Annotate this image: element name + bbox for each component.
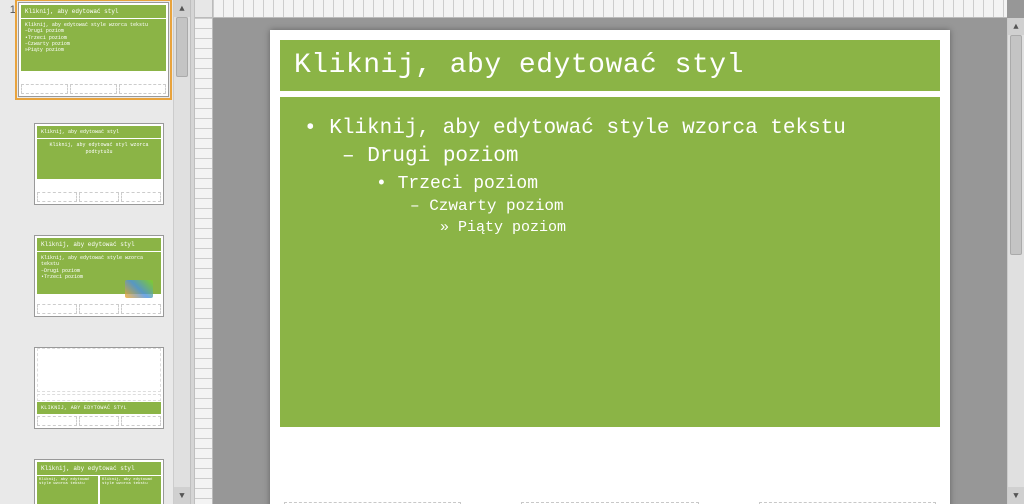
scroll-handle[interactable]	[1010, 35, 1022, 255]
thumbnail-number: 1	[2, 2, 16, 16]
thumbnail-slide[interactable]: KLIKNIJ, ABY EDYTOWAĆ STYL	[34, 347, 164, 429]
scroll-up-button[interactable]: ▲	[174, 0, 190, 17]
thumbnail-row[interactable]: KLIKNIJ, ABY EDYTOWAĆ STYL	[32, 347, 169, 429]
scroll-down-button[interactable]: ▼	[174, 487, 190, 504]
content-placeholder[interactable]: Kliknij, aby edytować style wzorca tekst…	[280, 97, 940, 427]
thumbnail-row[interactable]: Kliknij, aby edytować styl Kliknij, aby …	[32, 459, 169, 504]
app-root: 1 Kliknij, aby edytować styl Kliknij, ab…	[0, 0, 1024, 504]
thumb-body	[37, 348, 161, 392]
thumb-body: Kliknij, aby edytować style wzorca tekst…	[37, 252, 161, 294]
thumbnail-slide[interactable]: Kliknij, aby edytować styl Kliknij, aby …	[34, 235, 164, 317]
thumb-title: KLIKNIJ, ABY EDYTOWAĆ STYL	[37, 402, 161, 414]
thumb-footer	[21, 84, 166, 94]
horizontal-ruler[interactable]	[213, 0, 1007, 18]
bullet-level-5[interactable]: Piąty poziom	[440, 218, 924, 238]
chart-icon	[125, 280, 153, 294]
title-placeholder[interactable]: Kliknij, aby edytować styl	[280, 40, 940, 91]
thumb-body: Kliknij, aby edytować style wzorca tekst…	[37, 476, 161, 504]
thumbnail-slide[interactable]: Kliknij, aby edytować styl Kliknij, aby …	[34, 459, 164, 504]
bullet-level-3[interactable]: Trzeci poziom	[376, 172, 924, 196]
thumb-body: Kliknij, aby edytować styl wzorca podtyt…	[37, 139, 161, 179]
slide-thumbnails-pane: 1 Kliknij, aby edytować styl Kliknij, ab…	[0, 0, 190, 504]
thumbnails-list: 1 Kliknij, aby edytować styl Kliknij, ab…	[0, 0, 173, 504]
vertical-ruler[interactable]	[195, 18, 213, 504]
scroll-up-button[interactable]: ▲	[1008, 18, 1024, 35]
thumb-footer	[37, 416, 161, 426]
thumb-title: Kliknij, aby edytować styl	[37, 238, 161, 251]
thumbnail-slide[interactable]: Kliknij, aby edytować styl Kliknij, aby …	[34, 123, 164, 205]
scroll-handle[interactable]	[176, 17, 188, 77]
slide[interactable]: Kliknij, aby edytować styl Kliknij, aby …	[270, 30, 950, 504]
bullet-level-1[interactable]: Kliknij, aby edytować style wzorca tekst…	[304, 115, 924, 143]
slide-canvas[interactable]: Kliknij, aby edytować styl Kliknij, aby …	[213, 18, 1007, 504]
scroll-track[interactable]	[1008, 35, 1024, 487]
thumb-footer	[37, 192, 161, 202]
thumb-body: Kliknij, aby edytować style wzorca tekst…	[21, 19, 166, 71]
scroll-down-button[interactable]: ▼	[1008, 487, 1024, 504]
slide-editor: Kliknij, aby edytować styl Kliknij, aby …	[195, 0, 1024, 504]
bullet-level-2[interactable]: Drugi poziom	[342, 143, 924, 171]
thumb-title: Kliknij, aby edytować styl	[21, 5, 166, 18]
bullet-level-4[interactable]: Czwarty poziom	[410, 196, 924, 218]
thumb-footer	[37, 304, 161, 314]
editor-scrollbar[interactable]: ▲ ▼	[1007, 18, 1024, 504]
thumbnail-row[interactable]: 1 Kliknij, aby edytować styl Kliknij, ab…	[2, 2, 169, 97]
scroll-track[interactable]	[174, 17, 190, 487]
thumb-title: Kliknij, aby edytować styl	[37, 126, 161, 138]
thumbnail-row[interactable]: Kliknij, aby edytować styl Kliknij, aby …	[32, 123, 169, 205]
ruler-corner	[195, 0, 213, 18]
thumb-title: Kliknij, aby edytować styl	[37, 462, 161, 475]
thumb-subtitle	[37, 394, 161, 401]
thumbnail-row[interactable]: Kliknij, aby edytować styl Kliknij, aby …	[32, 235, 169, 317]
thumbnail-slide[interactable]: Kliknij, aby edytować styl Kliknij, aby …	[18, 2, 169, 97]
thumbnails-scrollbar[interactable]: ▲ ▼	[173, 0, 190, 504]
